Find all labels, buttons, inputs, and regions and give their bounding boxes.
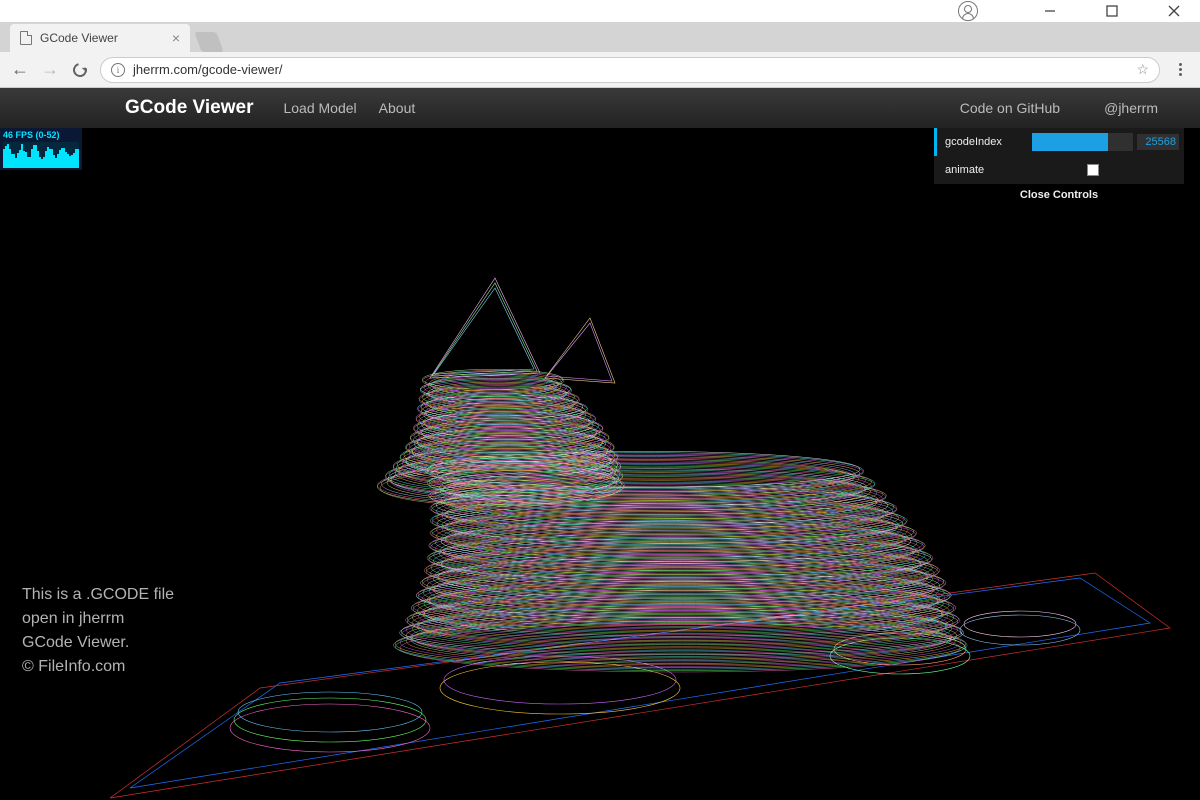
tab-strip: GCode Viewer × bbox=[0, 22, 1200, 52]
gcode-viewport[interactable] bbox=[0, 128, 1200, 800]
close-icon[interactable]: × bbox=[172, 31, 180, 45]
gcode-index-slider[interactable] bbox=[1032, 133, 1133, 151]
url-text: jherrm.com/gcode-viewer/ bbox=[133, 62, 283, 77]
gcode-index-control[interactable]: gcodeIndex 25568 bbox=[934, 128, 1184, 156]
window-titlebar bbox=[0, 0, 1200, 22]
bookmark-icon[interactable]: ☆ bbox=[1136, 61, 1149, 78]
forward-button[interactable]: → bbox=[40, 60, 60, 80]
fps-meter: 46 FPS (0-52) bbox=[0, 128, 82, 170]
minimize-button[interactable] bbox=[1030, 0, 1070, 22]
app-title: GCode Viewer bbox=[125, 97, 253, 119]
app-toolbar: GCode Viewer Load Model About Code on Gi… bbox=[0, 88, 1200, 128]
browser-menu-icon[interactable] bbox=[1170, 63, 1190, 76]
animate-checkbox[interactable] bbox=[1087, 164, 1099, 176]
app-viewport-container: GCode Viewer Load Model About Code on Gi… bbox=[0, 88, 1200, 800]
animate-control[interactable]: animate bbox=[934, 156, 1184, 184]
url-input[interactable]: i jherrm.com/gcode-viewer/ ☆ bbox=[100, 57, 1160, 83]
fps-graph bbox=[3, 142, 79, 168]
new-tab-button[interactable] bbox=[194, 32, 223, 52]
controls-panel: gcodeIndex 25568 animate Close Controls bbox=[934, 128, 1184, 206]
tab-title: GCode Viewer bbox=[40, 31, 118, 45]
close-controls-button[interactable]: Close Controls bbox=[934, 184, 1184, 206]
file-icon bbox=[20, 31, 32, 45]
caption-line: open in jherrm bbox=[22, 607, 174, 631]
github-link[interactable]: Code on GitHub bbox=[960, 100, 1060, 116]
reload-button[interactable] bbox=[70, 60, 90, 80]
animate-label: animate bbox=[942, 164, 1032, 176]
caption-line: GCode Viewer. bbox=[22, 631, 174, 655]
maximize-button[interactable] bbox=[1092, 0, 1132, 22]
load-model-link[interactable]: Load Model bbox=[283, 100, 356, 116]
browser-tab[interactable]: GCode Viewer × bbox=[10, 24, 190, 52]
about-link[interactable]: About bbox=[379, 100, 416, 116]
caption-overlay: This is a .GCODE file open in jherrm GCo… bbox=[22, 583, 174, 679]
close-button[interactable] bbox=[1154, 0, 1194, 22]
back-button[interactable]: ← bbox=[10, 60, 30, 80]
profile-icon[interactable] bbox=[958, 1, 978, 21]
caption-line: © FileInfo.com bbox=[22, 655, 174, 679]
address-bar: ← → i jherrm.com/gcode-viewer/ ☆ bbox=[0, 52, 1200, 88]
gcode-index-label: gcodeIndex bbox=[942, 136, 1032, 148]
twitter-link[interactable]: @jherrm bbox=[1104, 100, 1158, 116]
fps-label: 46 FPS (0-52) bbox=[3, 130, 79, 140]
info-icon[interactable]: i bbox=[111, 63, 125, 77]
caption-line: This is a .GCODE file bbox=[22, 583, 174, 607]
gcode-index-value[interactable]: 25568 bbox=[1137, 134, 1179, 150]
